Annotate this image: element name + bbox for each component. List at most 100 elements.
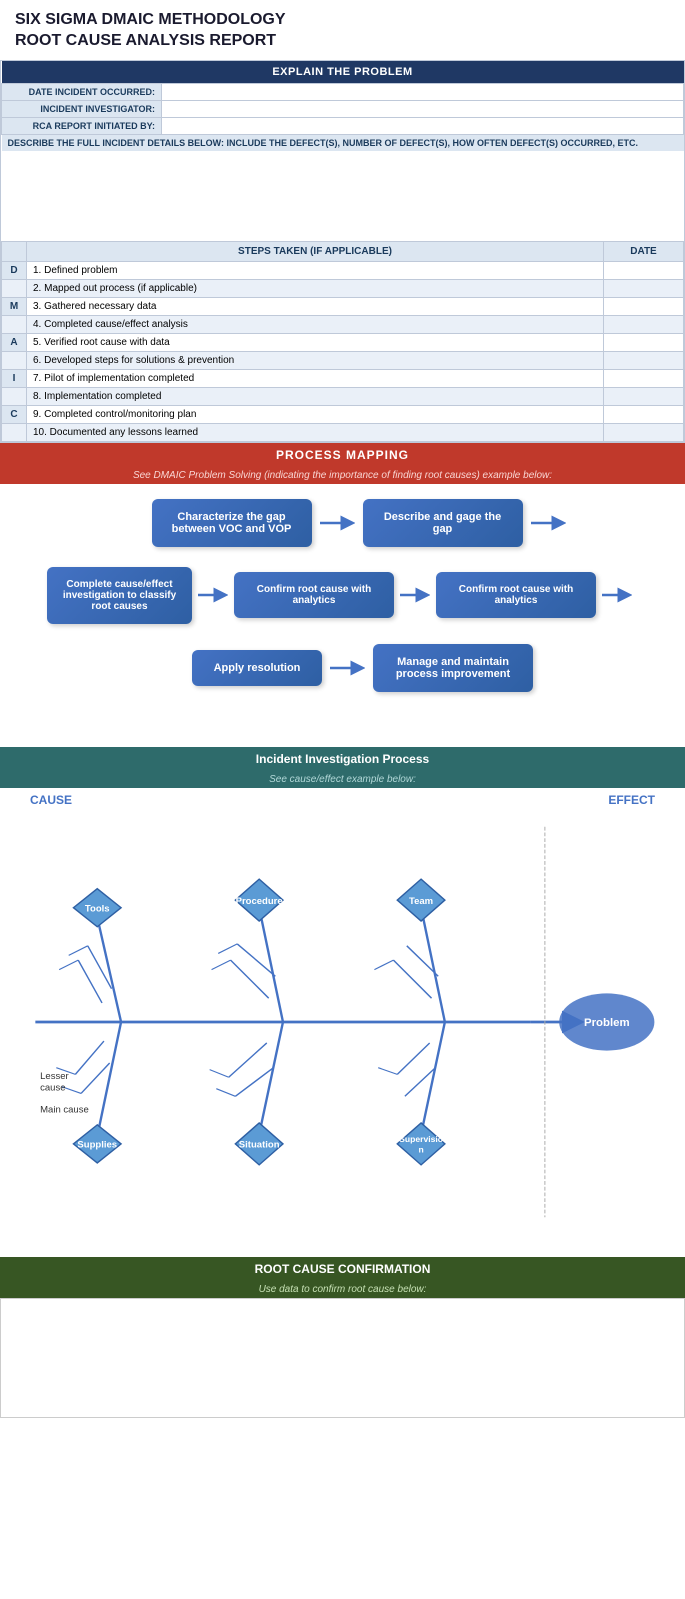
field-value-1[interactable] xyxy=(162,100,684,117)
step-text-1: 2. Mapped out process (if applicable) xyxy=(27,279,604,297)
spacer-1 xyxy=(0,1232,685,1247)
flow-box-confirm2: Confirm root cause with analytics xyxy=(436,572,596,618)
field-label-1: INCIDENT INVESTIGATOR: xyxy=(2,100,162,117)
step-row-7: 8. Implementation completed xyxy=(2,387,684,405)
step-date-1[interactable] xyxy=(604,279,684,297)
field-value-0[interactable] xyxy=(162,83,684,100)
root-cause-section: ROOT CAUSE CONFIRMATION Use data to conf… xyxy=(0,1257,685,1418)
flow-arrow-1b xyxy=(531,513,566,533)
step-row-0: D 1. Defined problem xyxy=(2,261,684,279)
process-header: PROCESS MAPPING xyxy=(0,443,685,467)
flow-diagram-area: Characterize the gap between VOC and VOP… xyxy=(0,484,685,727)
step-row-4: A 5. Verified root cause with data xyxy=(2,333,684,351)
flow-arrow-2b xyxy=(400,585,430,605)
incident-header: Incident Investigation Process xyxy=(0,747,685,771)
explain-section: EXPLAIN THE PROBLEM DATE INCIDENT OCCURR… xyxy=(0,60,685,443)
step-row-2: M 3. Gathered necessary data xyxy=(2,297,684,315)
cause-label: CAUSE xyxy=(10,793,608,807)
fishbone-diagram: Problem Tools Procedure xyxy=(0,812,685,1232)
step-date-4[interactable] xyxy=(604,333,684,351)
flow-arrow-1 xyxy=(320,513,355,533)
flow-arrow-2c xyxy=(602,585,632,605)
flow-arrow-2a xyxy=(198,585,228,605)
description-label-row: DESCRIBE THE FULL INCIDENT DETAILS BELOW… xyxy=(2,134,684,151)
flow-box-complete: Complete cause/effect investigation to c… xyxy=(47,567,192,624)
step-text-2: 3. Gathered necessary data xyxy=(27,297,604,315)
step-date-8[interactable] xyxy=(604,405,684,423)
svg-text:Lesser: Lesser xyxy=(40,1071,69,1082)
step-date-5[interactable] xyxy=(604,351,684,369)
field-row-2: RCA REPORT INITIATED BY: xyxy=(2,117,684,134)
step-letter-0: D xyxy=(2,261,27,279)
svg-text:Main cause: Main cause xyxy=(40,1104,89,1115)
root-cause-subheader: Use data to confirm root cause below: xyxy=(0,1281,685,1298)
svg-text:Supplies: Supplies xyxy=(77,1139,117,1150)
flow-row-2: Complete cause/effect investigation to c… xyxy=(20,567,665,624)
svg-text:Team: Team xyxy=(409,895,433,906)
step-letter-5 xyxy=(2,351,27,369)
steps-table: STEPS TAKEN (IF APPLICABLE) DATE D 1. De… xyxy=(1,241,684,442)
incident-section: Incident Investigation Process See cause… xyxy=(0,747,685,1232)
step-row-1: 2. Mapped out process (if applicable) xyxy=(2,279,684,297)
step-row-9: 10. Documented any lessons learned xyxy=(2,423,684,441)
incident-subheader: See cause/effect example below: xyxy=(0,771,685,788)
field-row-1: INCIDENT INVESTIGATOR: xyxy=(2,100,684,117)
step-letter-6: I xyxy=(2,369,27,387)
step-text-9: 10. Documented any lessons learned xyxy=(27,423,604,441)
step-row-5: 6. Developed steps for solutions & preve… xyxy=(2,351,684,369)
field-value-2[interactable] xyxy=(162,117,684,134)
explain-table: EXPLAIN THE PROBLEM DATE INCIDENT OCCURR… xyxy=(1,61,684,241)
step-date-0[interactable] xyxy=(604,261,684,279)
field-row-0: DATE INCIDENT OCCURRED: xyxy=(2,83,684,100)
root-cause-header: ROOT CAUSE CONFIRMATION xyxy=(0,1257,685,1281)
title-line1: SIX SIGMA DMAIC METHODOLOGY xyxy=(15,10,670,31)
flow-box-describe: Describe and gage the gap xyxy=(363,499,523,547)
flow-box-confirm1: Confirm root cause with analytics xyxy=(234,572,394,618)
svg-text:Procedure: Procedure xyxy=(236,895,283,906)
steps-col-empty xyxy=(2,241,27,261)
steps-header-row: STEPS TAKEN (IF APPLICABLE) DATE xyxy=(2,241,684,261)
svg-text:Problem: Problem xyxy=(584,1016,630,1028)
svg-text:Tools: Tools xyxy=(85,903,110,914)
effect-label: EFFECT xyxy=(608,793,675,807)
step-text-4: 5. Verified root cause with data xyxy=(27,333,604,351)
title-line2: ROOT CAUSE ANALYSIS REPORT xyxy=(15,31,670,52)
svg-text:n: n xyxy=(418,1144,423,1154)
svg-text:cause: cause xyxy=(40,1082,65,1093)
svg-text:Supervisio: Supervisio xyxy=(399,1134,443,1144)
step-date-2[interactable] xyxy=(604,297,684,315)
step-row-3: 4. Completed cause/effect analysis xyxy=(2,315,684,333)
step-row-8: C 9. Completed control/monitoring plan xyxy=(2,405,684,423)
cause-effect-header: CAUSE EFFECT xyxy=(0,788,685,812)
step-text-8: 9. Completed control/monitoring plan xyxy=(27,405,604,423)
fishbone-svg: Problem Tools Procedure xyxy=(10,822,675,1222)
step-text-3: 4. Completed cause/effect analysis xyxy=(27,315,604,333)
flow-arrow-3 xyxy=(330,658,365,678)
flow-row-1: Characterize the gap between VOC and VOP… xyxy=(20,499,665,547)
root-cause-content[interactable] xyxy=(0,1298,685,1418)
step-letter-2: M xyxy=(2,297,27,315)
step-date-9[interactable] xyxy=(604,423,684,441)
field-label-2: RCA REPORT INITIATED BY: xyxy=(2,117,162,134)
step-date-7[interactable] xyxy=(604,387,684,405)
step-date-3[interactable] xyxy=(604,315,684,333)
step-letter-3 xyxy=(2,315,27,333)
flow-box-apply: Apply resolution xyxy=(192,650,322,686)
steps-col-header: STEPS TAKEN (IF APPLICABLE) xyxy=(27,241,604,261)
step-text-7: 8. Implementation completed xyxy=(27,387,604,405)
steps-date-header: DATE xyxy=(604,241,684,261)
step-letter-8: C xyxy=(2,405,27,423)
step-text-5: 6. Developed steps for solutions & preve… xyxy=(27,351,604,369)
step-letter-7 xyxy=(2,387,27,405)
process-mapping-section: PROCESS MAPPING See DMAIC Problem Solvin… xyxy=(0,443,685,727)
description-label: DESCRIBE THE FULL INCIDENT DETAILS BELOW… xyxy=(2,134,684,151)
field-label-0: DATE INCIDENT OCCURRED: xyxy=(2,83,162,100)
flow-box-manage: Manage and maintain process improvement xyxy=(373,644,533,692)
step-letter-1 xyxy=(2,279,27,297)
step-text-0: 1. Defined problem xyxy=(27,261,604,279)
svg-text:Situation: Situation xyxy=(239,1139,280,1150)
explain-header: EXPLAIN THE PROBLEM xyxy=(2,61,684,84)
flow-row-3: Apply resolution Manage and maintain pro… xyxy=(20,644,665,692)
description-value[interactable] xyxy=(2,151,684,241)
step-date-6[interactable] xyxy=(604,369,684,387)
